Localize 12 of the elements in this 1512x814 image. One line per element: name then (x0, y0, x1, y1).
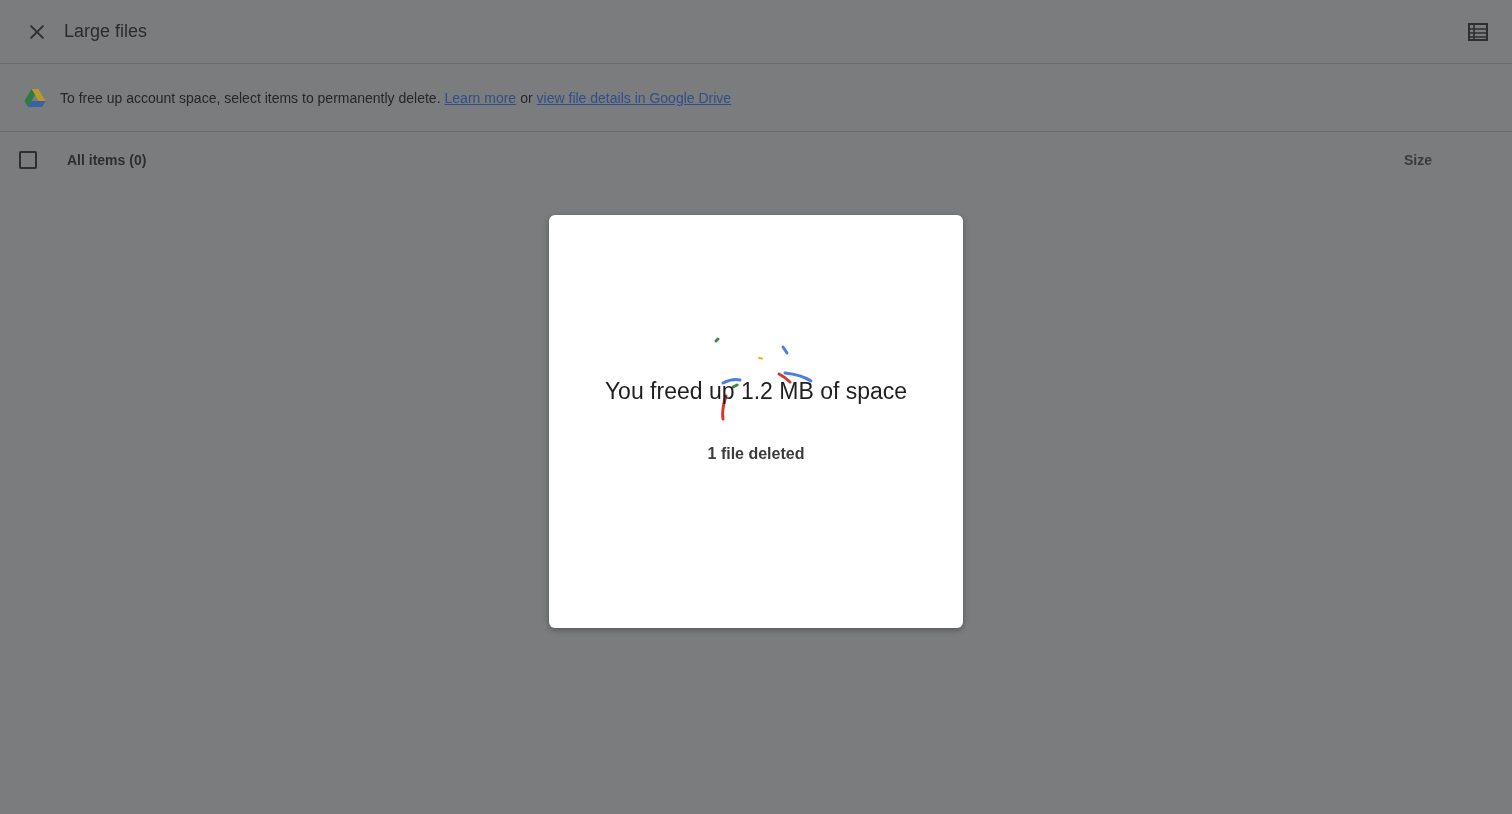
connector-text: or (520, 89, 533, 106)
dialog-title: You freed up 1.2 MB of space (604, 378, 908, 405)
learn-more-link[interactable]: Learn more (444, 89, 517, 106)
drive-details-link[interactable]: view file details in Google Drive (536, 89, 732, 106)
dialog-subtitle: 1 file deleted (707, 445, 805, 463)
size-column-header[interactable]: Size (1404, 152, 1432, 168)
page-title: Large files (64, 21, 149, 42)
notice-text: To free up account space, select items to permanently delete. (60, 89, 441, 106)
drive-logo-icon (24, 87, 46, 108)
list-view-button[interactable] (1468, 22, 1488, 41)
all-items-label: All items (0) (67, 152, 148, 168)
select-all-checkbox[interactable] (19, 151, 37, 169)
